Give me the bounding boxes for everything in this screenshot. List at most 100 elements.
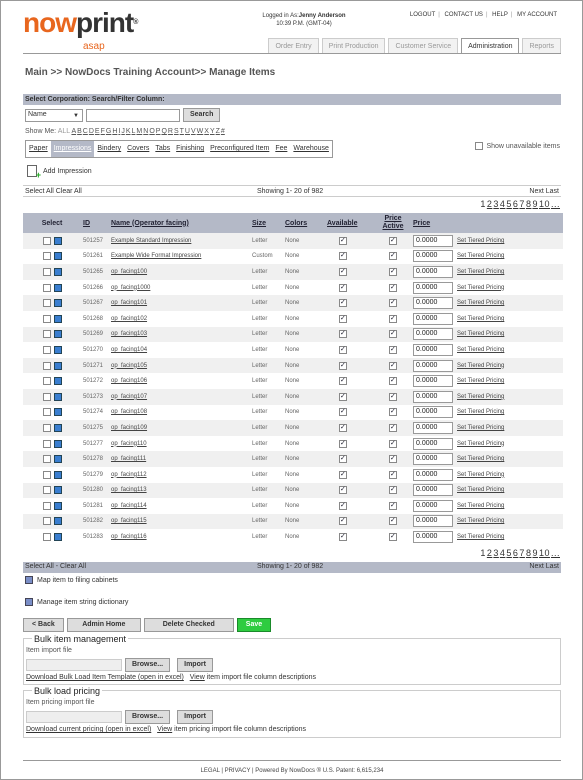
letter-filter[interactable]: W <box>197 128 204 135</box>
set-tiered-pricing-link[interactable]: Set Tiered Pricing <box>457 534 504 540</box>
letter-filter[interactable]: A <box>71 128 76 135</box>
row-price-input[interactable]: 0.0000 <box>413 265 453 278</box>
view-pricing-desc-link[interactable]: View <box>157 726 172 733</box>
page-link[interactable]: 3 <box>493 548 499 558</box>
row-price-input[interactable]: 0.0000 <box>413 297 453 310</box>
tab-administration[interactable]: Administration <box>461 38 520 53</box>
row-available-checkbox[interactable] <box>339 329 347 339</box>
edit-item-icon[interactable] <box>53 252 62 261</box>
letter-filter[interactable]: S <box>174 128 179 135</box>
tab-print-production[interactable]: Print Production <box>321 38 386 53</box>
letter-filter[interactable]: R <box>168 128 173 135</box>
page-link[interactable]: 6 <box>513 548 519 558</box>
edit-item-icon[interactable] <box>53 330 62 339</box>
set-tiered-pricing-link[interactable]: Set Tiered Pricing <box>457 300 504 306</box>
my-account-link[interactable]: MY ACCOUNT <box>517 12 557 18</box>
category-tab-fee[interactable]: Fee <box>272 141 290 157</box>
set-tiered-pricing-link[interactable]: Set Tiered Pricing <box>457 238 504 244</box>
page-link[interactable]: 2 <box>487 199 493 209</box>
row-price-active-checkbox[interactable] <box>389 345 397 354</box>
category-tab-bindery[interactable]: Bindery <box>94 141 124 157</box>
row-name[interactable]: op_facing115 <box>109 513 250 530</box>
row-price-active-checkbox[interactable] <box>389 423 397 432</box>
row-price-input[interactable]: 0.0000 <box>413 515 453 528</box>
row-available-checkbox[interactable] <box>339 407 347 417</box>
row-name[interactable]: op_facing103 <box>109 326 250 343</box>
row-available-checkbox[interactable] <box>339 454 347 464</box>
row-price-input[interactable]: 0.0000 <box>413 484 453 497</box>
tab-customer-service[interactable]: Customer Service <box>388 38 459 53</box>
row-name[interactable]: op_facing100 <box>109 264 250 280</box>
row-available-checkbox[interactable] <box>339 392 347 401</box>
row-price-active-checkbox[interactable] <box>389 485 397 495</box>
set-tiered-pricing-link[interactable]: Set Tiered Pricing <box>457 487 504 493</box>
tab-order-entry[interactable]: Order Entry <box>268 38 319 53</box>
row-price-input[interactable]: 0.0000 <box>413 250 453 263</box>
next-last-bottom[interactable]: Next Last <box>529 563 559 570</box>
row-name[interactable]: op_facing107 <box>109 388 250 405</box>
row-name[interactable]: op_facing110 <box>109 435 250 452</box>
page-link[interactable]: 2 <box>487 548 493 558</box>
row-name[interactable]: Example Standard Impression <box>109 233 250 249</box>
edit-item-icon[interactable] <box>53 486 62 495</box>
row-select-checkbox[interactable] <box>42 236 51 245</box>
edit-item-icon[interactable] <box>53 377 62 386</box>
category-tab-impressions[interactable]: Impressions <box>50 141 95 157</box>
download-template-link[interactable]: Download Bulk Load Item Template (open i… <box>26 674 184 681</box>
show-me-all[interactable]: ALL <box>58 128 70 135</box>
row-select-checkbox[interactable] <box>42 470 51 479</box>
page-link[interactable]: 9 <box>532 199 538 209</box>
row-available-checkbox[interactable] <box>339 345 347 354</box>
search-button[interactable]: Search <box>183 108 221 122</box>
row-name[interactable]: op_facing105 <box>109 357 250 374</box>
set-tiered-pricing-link[interactable]: Set Tiered Pricing <box>457 378 504 384</box>
set-tiered-pricing-link[interactable]: Set Tiered Pricing <box>457 269 504 275</box>
row-price-active-checkbox[interactable] <box>389 267 397 276</box>
manage-dictionary[interactable]: Manage item string dictionary <box>25 598 128 606</box>
row-price-active-checkbox[interactable] <box>389 392 397 401</box>
row-select-checkbox[interactable] <box>42 517 51 526</box>
edit-item-icon[interactable] <box>53 423 62 432</box>
view-item-desc-link[interactable]: View <box>190 674 205 681</box>
logout-link[interactable]: LOGOUT <box>410 12 435 18</box>
search-input[interactable] <box>86 108 180 122</box>
download-pricing-link[interactable]: Download current pricing (open in excel) <box>26 726 151 733</box>
edit-item-icon[interactable] <box>53 470 62 479</box>
row-name[interactable]: op_facing114 <box>109 498 250 514</box>
letter-filter[interactable]: # <box>221 128 225 135</box>
back-button[interactable]: < Back <box>23 618 64 632</box>
category-tab-paper[interactable]: Paper <box>26 141 51 157</box>
col-available[interactable]: Available <box>325 213 375 233</box>
letter-filter[interactable]: U <box>185 128 190 135</box>
edit-item-icon[interactable] <box>53 392 62 401</box>
row-select-checkbox[interactable] <box>42 486 51 495</box>
row-price-input[interactable]: 0.0000 <box>413 281 453 294</box>
row-name[interactable]: op_facing106 <box>109 373 250 389</box>
letter-filter[interactable]: D <box>89 128 94 135</box>
set-tiered-pricing-link[interactable]: Set Tiered Pricing <box>457 441 504 447</box>
category-tab-preconfigured[interactable]: Preconfigured Item <box>207 141 272 157</box>
edit-item-icon[interactable] <box>53 345 62 354</box>
category-tab-finishing[interactable]: Finishing <box>173 141 207 157</box>
page-link[interactable]: 7 <box>519 199 525 209</box>
letter-filter[interactable]: F <box>101 128 105 135</box>
row-available-checkbox[interactable] <box>339 516 347 526</box>
page-link[interactable]: 5 <box>506 548 512 558</box>
row-select-checkbox[interactable] <box>42 439 51 448</box>
row-price-input[interactable]: 0.0000 <box>413 234 453 247</box>
row-select-checkbox[interactable] <box>42 408 51 417</box>
row-name[interactable]: op_facing101 <box>109 295 250 311</box>
row-price-input[interactable]: 0.0000 <box>413 375 453 388</box>
row-price-input[interactable]: 0.0000 <box>413 343 453 356</box>
page-link[interactable]: ... <box>551 548 560 558</box>
edit-item-icon[interactable] <box>53 283 62 292</box>
row-name[interactable]: op_facing112 <box>109 466 250 483</box>
letter-filter[interactable]: L <box>132 128 136 135</box>
item-browse-button[interactable]: Browse... <box>125 658 171 672</box>
logo[interactable]: nowprint® asap <box>23 9 138 53</box>
row-available-checkbox[interactable] <box>339 532 347 542</box>
set-tiered-pricing-link[interactable]: Set Tiered Pricing <box>457 472 504 478</box>
row-name[interactable]: op_facing104 <box>109 342 250 358</box>
letter-filter[interactable]: H <box>112 128 117 135</box>
row-select-checkbox[interactable] <box>42 455 51 464</box>
